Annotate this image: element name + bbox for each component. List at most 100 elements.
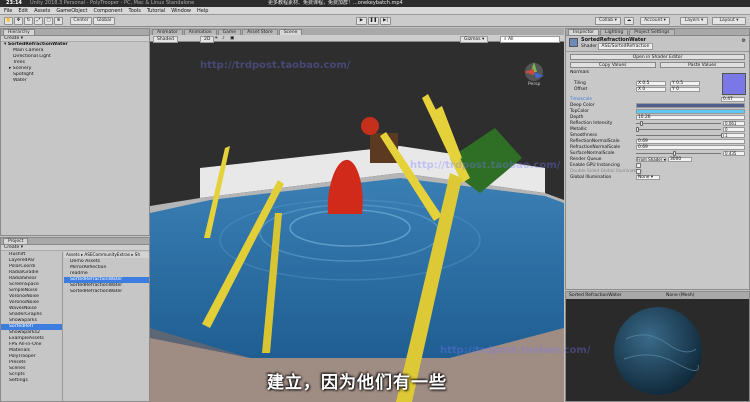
gizmos-dropdown[interactable]: Gizmos ▾ [460,36,489,43]
preview-panel: Sorted RefractionWater None (Mesh) [565,291,750,402]
transform-tool-button[interactable]: ⊕ [54,17,63,25]
property-label: Global Illumination [570,174,612,180]
offset-x-input[interactable]: X 0 [636,86,666,92]
property-slider[interactable]: 0.061 [636,120,745,126]
layout-dropdown[interactable]: Layout ▾ [712,17,746,25]
shader-row: Shader ASE/SortedRefraction [581,43,653,50]
gear-icon[interactable]: ⚙ [742,38,746,44]
tiling-y-input[interactable]: Y 0.5 [670,80,700,86]
offset-y-input[interactable]: Y 0 [670,86,700,92]
hierarchy-item-label: Scenery [12,66,32,71]
step-button[interactable]: ▶| [380,17,391,25]
project-create-button[interactable]: Create ▾ [4,245,23,250]
account-dropdown[interactable]: Account ▾ [640,17,670,25]
hand-icon: ✋ [5,18,12,23]
material-property-row: Metallic 0 [566,126,749,132]
slider-value-input[interactable]: 0.435 [723,150,745,156]
red-sphere [361,117,379,135]
property-checkbox[interactable] [636,168,641,174]
property-label: Depth [570,114,584,120]
move-tool-button[interactable]: ✥ [14,17,23,25]
project-panel: Project Create ▾ Hushift LayeredPar PolarC… [0,237,150,402]
scene-root-label: SortedRefractionWater [7,42,68,47]
collab-button[interactable]: Collab ▾ [595,17,621,25]
property-slider[interactable]: 1 [636,132,745,138]
paste-values-button[interactable]: Paste Values [659,62,745,68]
color-swatch[interactable] [636,102,745,108]
menu-window[interactable]: Window [171,8,191,14]
hierarchy-item[interactable]: Water [1,78,149,84]
slider-value-input[interactable]: 0 [723,126,745,132]
menu-file[interactable]: File [4,8,12,14]
scene-viewport[interactable]: Persp [150,28,564,402]
menu-edit[interactable]: Edit [18,8,28,14]
tab-lighting[interactable]: Lighting [600,29,629,35]
preview-sphere[interactable] [566,299,750,402]
material-property-row: TopColor [566,108,749,114]
project-file-list: Demo Assets MirrorReflection readme SortedR… [64,259,149,319]
menu-assets[interactable]: Assets [34,8,50,14]
audio-toggle-icon[interactable]: ♪ [222,35,225,42]
property-value-input[interactable]: 0.47 [721,96,745,102]
scale-tool-button[interactable]: ⤢ [34,17,43,25]
material-property-row: Depth 10.26 [566,114,749,120]
tab-project-settings[interactable]: Project Settings [629,29,675,35]
open-shader-editor-button[interactable]: Open in Shader Editor [570,54,745,60]
slider-value-input[interactable]: 1 [723,132,745,138]
pivot-global-button[interactable]: Global [93,17,115,25]
project-folder-item[interactable]: Settings [1,378,62,384]
menu-help[interactable]: Help [197,8,208,14]
light-toggle-icon[interactable]: ☀ [214,35,218,42]
project-file-item[interactable]: SortedRefractionWater [64,289,149,295]
slider-value-input[interactable]: 0.061 [723,120,745,126]
tab-inspector[interactable]: Inspector [568,29,599,35]
pause-icon: ❚❚ [369,18,378,23]
render-queue-dropdown[interactable]: From Shader ▾ [636,156,666,162]
effects-toggle-icon[interactable]: ▣ [230,35,234,42]
layers-dropdown[interactable]: Layers ▾ [680,17,708,25]
property-value-input[interactable]: 10.26 [636,114,745,120]
pause-button[interactable]: ❚❚ [368,17,379,25]
rotate-tool-button[interactable]: ↻ [24,17,33,25]
normals-texture-slot[interactable] [722,73,746,95]
material-property-row: SurfaceNormalScale 0.435 [566,150,749,156]
menu-gameobject[interactable]: GameObject [56,8,87,14]
material-property-row: RefractionNormalScale 0.69 [566,144,749,150]
pivot-center-button[interactable]: Center [70,17,92,25]
hierarchy-create-button[interactable]: Create ▾ [4,36,23,41]
tiling-x-input[interactable]: X 0.5 [636,80,666,86]
menu-tools[interactable]: Tools [129,8,141,14]
persp-label[interactable]: Persp [528,82,540,87]
play-button[interactable]: ▶ [356,17,367,25]
property-label: Reflection Intensity [570,120,613,126]
slider-knob[interactable] [640,120,644,126]
property-value-input[interactable]: 3000 [668,156,692,162]
tab-hierarchy[interactable]: Hierarchy [3,29,35,35]
property-value-input[interactable]: None ▾ [636,174,660,180]
project-breadcrumb[interactable]: Assets ▸ ASECommunityExtras ▸ Sh [64,252,149,258]
material-properties: Timescale 0.47 Deep Color TopColor Depth 10.2… [566,96,749,180]
scene-search-input[interactable]: ⌕ All [500,36,560,43]
color-swatch[interactable] [636,108,745,114]
property-value-input[interactable]: 0.69 [636,144,745,150]
tab-project[interactable]: Project [3,238,29,244]
shading-mode-dropdown[interactable]: Shaded [153,36,178,43]
property-slider[interactable]: 0 [636,126,745,132]
preview-mesh-dropdown[interactable]: None (Mesh) [666,292,695,299]
menu-component[interactable]: Component [94,8,123,14]
2d-toggle[interactable]: 2D [200,36,215,43]
property-label: Deep Color [570,102,595,108]
property-slider[interactable]: 0.435 [636,150,745,156]
copy-values-button[interactable]: Copy Values [570,62,656,68]
shader-dropdown[interactable]: ASE/SortedRefraction [598,43,653,50]
menu-tutorial[interactable]: Tutorial [147,8,165,14]
slider-knob[interactable] [672,150,676,156]
scene-toolbar: Shaded 2D ☀ ♪ ▣ Gizmos ▾ ⌕ All [150,35,564,43]
slider-knob[interactable] [636,126,639,132]
property-checkbox[interactable] [636,162,641,168]
rect-tool-button[interactable]: ▢ [44,17,53,25]
property-value-input[interactable]: 0.69 [636,138,745,144]
hand-tool-button[interactable]: ✋ [4,17,13,25]
material-property-row: Smoothness 1 [566,132,749,138]
cloud-button[interactable]: ☁ [624,17,634,25]
